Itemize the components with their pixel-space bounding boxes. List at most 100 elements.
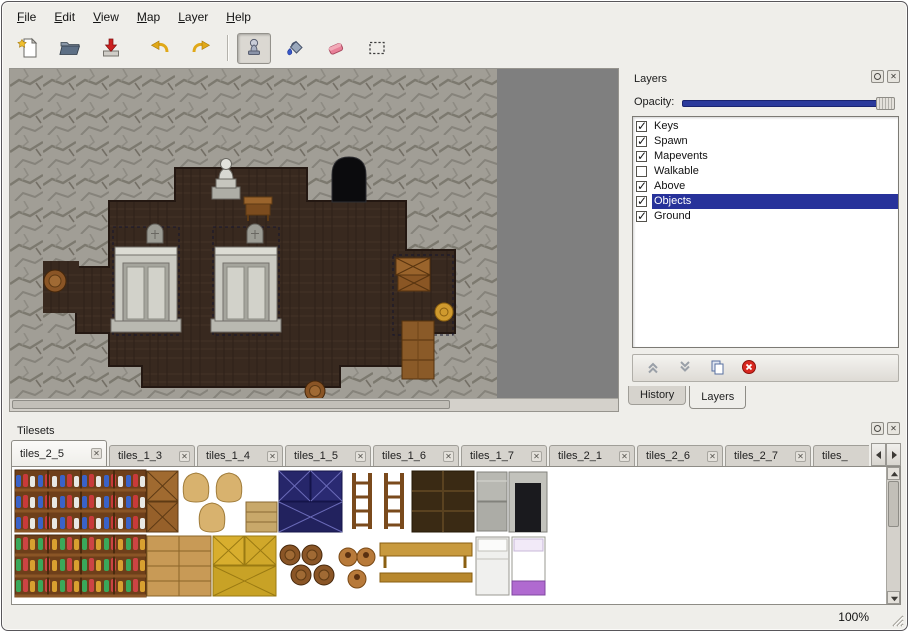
opacity-slider-track[interactable]	[682, 100, 895, 107]
layer-visibility-checkbox[interactable]	[636, 121, 647, 132]
redo-button[interactable]	[184, 33, 218, 64]
tileset-vscroll-thumb[interactable]	[888, 481, 899, 527]
stamp-tool-button[interactable]	[237, 33, 271, 64]
tab-close-icon[interactable]: ✕	[179, 451, 190, 462]
menu-map[interactable]: Map	[128, 7, 169, 27]
arrow-up-icon	[890, 470, 899, 479]
menu-file[interactable]: File	[8, 7, 45, 27]
undo-button[interactable]	[143, 33, 177, 64]
layer-visibility-checkbox[interactable]	[636, 136, 647, 147]
menu-edit[interactable]: Edit	[45, 7, 84, 27]
resize-grip[interactable]	[889, 612, 904, 627]
open-folder-icon	[58, 36, 82, 60]
tileset-tab-label: tiles_1_6	[382, 450, 443, 462]
tab-close-icon[interactable]: ✕	[619, 451, 630, 462]
lower-layer-button[interactable]	[675, 359, 694, 378]
layers-close-button[interactable]: ✕	[887, 70, 900, 83]
tab-close-icon[interactable]: ✕	[355, 451, 366, 462]
layer-visibility-checkbox[interactable]	[636, 196, 647, 207]
layer-name: Above	[652, 179, 898, 194]
zoom-level: 100%	[838, 610, 869, 624]
tab-layers[interactable]: Layers	[689, 386, 746, 409]
tileset-rendering	[14, 469, 548, 599]
layer-row-keys[interactable]: Keys	[633, 119, 898, 134]
tab-scroll-left-button[interactable]	[871, 443, 886, 466]
statusbar: 100%	[2, 605, 907, 630]
layer-row-above[interactable]: Above	[633, 179, 898, 194]
tileset-tab-label: tiles_2_5	[20, 448, 91, 460]
open-folder-button[interactable]	[53, 33, 87, 64]
tab-close-icon[interactable]: ✕	[795, 451, 806, 462]
eraser-tool-button[interactable]	[319, 33, 353, 64]
tileset-canvas[interactable]	[11, 466, 901, 605]
tilesets-close-button[interactable]: ✕	[887, 422, 900, 435]
layer-list[interactable]: Keys Spawn Mapevents Walkable Above Obje…	[632, 116, 899, 348]
tab-close-icon[interactable]: ✕	[443, 451, 454, 462]
tab-close-icon[interactable]: ✕	[91, 448, 102, 459]
layer-row-walkable[interactable]: Walkable	[633, 164, 898, 179]
layer-visibility-checkbox[interactable]	[636, 211, 647, 222]
save-button[interactable]	[94, 33, 128, 64]
delete-layer-icon	[741, 359, 757, 378]
opacity-row: Opacity:	[626, 92, 903, 114]
tileset-tab-5[interactable]: tiles_1_7 ✕	[461, 445, 547, 466]
tileset-tab-1[interactable]: tiles_1_3 ✕	[109, 445, 195, 466]
layer-row-ground[interactable]: Ground	[633, 209, 898, 224]
tab-close-icon[interactable]: ✕	[267, 451, 278, 462]
tileset-tab-label: tiles_1_7	[470, 450, 531, 462]
float-icon	[874, 73, 881, 80]
new-file-button[interactable]	[12, 33, 46, 64]
menu-help[interactable]: Help	[217, 7, 260, 27]
duplicate-layer-button[interactable]	[707, 359, 726, 378]
map-hscroll-thumb[interactable]	[12, 400, 450, 409]
layers-float-button[interactable]	[871, 70, 884, 83]
tab-scroll-buttons	[871, 443, 901, 466]
map-horizontal-scrollbar[interactable]	[10, 398, 618, 411]
tileset-tab-4[interactable]: tiles_1_6 ✕	[373, 445, 459, 466]
layer-name: Walkable	[652, 164, 898, 179]
layer-name: Keys	[652, 119, 898, 134]
scroll-down-button[interactable]	[887, 591, 900, 604]
toolbar-separator	[227, 35, 229, 61]
scroll-up-button[interactable]	[887, 467, 900, 480]
opacity-slider[interactable]	[682, 97, 895, 110]
raise-layer-button[interactable]	[643, 359, 662, 378]
layer-visibility-checkbox[interactable]	[636, 151, 647, 162]
tileset-tab-2[interactable]: tiles_1_4 ✕	[197, 445, 283, 466]
tileset-tab-bar: tiles_2_5 ✕ tiles_1_3 ✕ tiles_1_4 ✕ tile…	[11, 440, 869, 466]
layer-visibility-checkbox[interactable]	[636, 181, 647, 192]
tileset-tab-3[interactable]: tiles_1_5 ✕	[285, 445, 371, 466]
tilesets-panel-titlebar: Tilesets ✕	[9, 422, 903, 440]
tab-close-icon[interactable]: ✕	[531, 451, 542, 462]
layer-row-objects[interactable]: Objects	[633, 194, 898, 209]
app-window: File Edit View Map Layer Help	[1, 1, 908, 631]
select-tool-icon	[365, 36, 389, 60]
close-icon: ✕	[890, 425, 897, 433]
layer-row-spawn[interactable]: Spawn	[633, 134, 898, 149]
arrow-down-icon	[890, 594, 899, 603]
tab-history[interactable]: History	[628, 386, 686, 405]
map-canvas[interactable]	[9, 68, 619, 412]
tileset-vertical-scrollbar[interactable]	[886, 467, 900, 604]
menu-layer[interactable]: Layer	[169, 7, 217, 27]
tab-scroll-right-button[interactable]	[886, 443, 901, 466]
menu-view[interactable]: View	[84, 7, 128, 27]
delete-layer-button[interactable]	[739, 359, 758, 378]
layer-visibility-checkbox[interactable]	[636, 166, 647, 177]
layer-row-mapevents[interactable]: Mapevents	[633, 149, 898, 164]
duplicate-layer-icon	[709, 359, 725, 378]
tileset-tab-8[interactable]: tiles_2_7 ✕	[725, 445, 811, 466]
fill-tool-icon	[283, 36, 307, 60]
tileset-tab-0[interactable]: tiles_2_5 ✕	[11, 440, 107, 466]
menubar: File Edit View Map Layer Help	[8, 6, 260, 27]
tileset-tab-6[interactable]: tiles_2_1 ✕	[549, 445, 635, 466]
tab-close-icon[interactable]: ✕	[707, 451, 718, 462]
tilesets-float-button[interactable]	[871, 422, 884, 435]
undo-icon	[148, 36, 172, 60]
tileset-tab-9[interactable]: tiles_ ✕	[813, 445, 869, 466]
opacity-slider-handle[interactable]	[876, 97, 895, 110]
fill-tool-button[interactable]	[278, 33, 312, 64]
layers-panel-titlebar: Layers ✕	[626, 70, 903, 88]
tileset-tab-7[interactable]: tiles_2_6 ✕	[637, 445, 723, 466]
select-tool-button[interactable]	[360, 33, 394, 64]
